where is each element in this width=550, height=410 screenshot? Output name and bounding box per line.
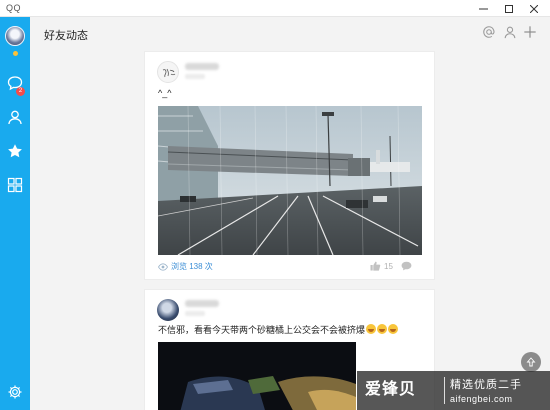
watermark-overlay: 爱锋贝 精选优质二手 aifengbei.com: [357, 371, 550, 410]
star-icon: [8, 144, 22, 158]
watermark-brand: 爱锋贝: [365, 381, 417, 398]
app-title: QQ: [6, 3, 22, 13]
sidebar-item-favorites[interactable]: [5, 141, 25, 161]
window-titlebar: QQ: [0, 0, 550, 17]
minimize-button[interactable]: [471, 0, 495, 17]
add-friend-button[interactable]: [502, 24, 518, 40]
maximize-button[interactable]: [497, 0, 521, 17]
contacts-person-icon: [8, 110, 22, 125]
airport-photo: [158, 106, 422, 255]
comment-button[interactable]: [401, 261, 415, 271]
video-frame: [158, 342, 356, 410]
post-author-name-blurred: [185, 63, 219, 70]
post-image-airport[interactable]: [158, 106, 422, 255]
apps-grid-icon: [7, 177, 23, 193]
laugh-cry-emoji-icon: [388, 324, 399, 334]
post-author-avatar[interactable]: [157, 299, 179, 321]
post-time-blurred: [185, 311, 205, 316]
settings-gear-icon: [8, 385, 22, 399]
at-icon: [483, 26, 495, 38]
post-text: 不信邪，看看今天带两个砂糖橘上公交会不会被挤爆: [158, 325, 366, 335]
laugh-cry-emoji-icon: [377, 324, 388, 334]
post-time-blurred: [185, 74, 205, 79]
online-status-indicator: [13, 51, 18, 56]
sketch-avatar-icon: [162, 68, 176, 78]
mention-button[interactable]: [481, 24, 497, 40]
post-author-avatar[interactable]: [157, 61, 179, 83]
sidebar-item-contacts[interactable]: [5, 107, 25, 127]
post-video-thumbnail[interactable]: [158, 342, 356, 410]
minimize-icon: [478, 8, 488, 10]
post-stats-bar: 浏览 138 次 15: [158, 261, 422, 273]
close-button[interactable]: [522, 0, 546, 17]
maximize-icon: [505, 4, 513, 13]
watermark-url: aifengbei.com: [450, 394, 513, 404]
left-sidebar: 2: [0, 17, 30, 410]
watermark-tagline: 精选优质二手: [450, 379, 522, 391]
close-icon: [530, 4, 538, 13]
like-button[interactable]: 15: [370, 261, 393, 271]
arrow-up-icon: [526, 357, 536, 367]
plus-icon: [524, 26, 536, 38]
laugh-cry-emoji-icon: [366, 324, 377, 334]
post-author-name-blurred: [185, 300, 219, 307]
watermark-divider: [444, 377, 445, 404]
sidebar-item-apps[interactable]: [5, 175, 25, 195]
page-title: 好友动态: [44, 30, 88, 42]
sidebar-item-settings[interactable]: [5, 382, 25, 402]
eye-icon: [158, 262, 168, 271]
view-count-text: 浏览 138 次: [171, 262, 213, 271]
add-friend-icon: [504, 26, 516, 39]
publish-button[interactable]: [522, 24, 538, 40]
scroll-to-top-button[interactable]: [521, 352, 541, 372]
post-text: ^_^: [158, 88, 172, 98]
unread-badge: 2: [16, 87, 25, 96]
user-avatar[interactable]: [5, 26, 25, 46]
post-text-line: 不信邪，看看今天带两个砂糖橘上公交会不会被挤爆: [158, 323, 399, 336]
thumbs-up-icon: [370, 261, 381, 271]
comment-bubble-icon: [401, 261, 412, 271]
view-count: 浏览 138 次: [158, 261, 213, 272]
feed-post: ^_^ 浏览 138 次 15: [144, 51, 435, 280]
like-count: 15: [384, 261, 393, 271]
